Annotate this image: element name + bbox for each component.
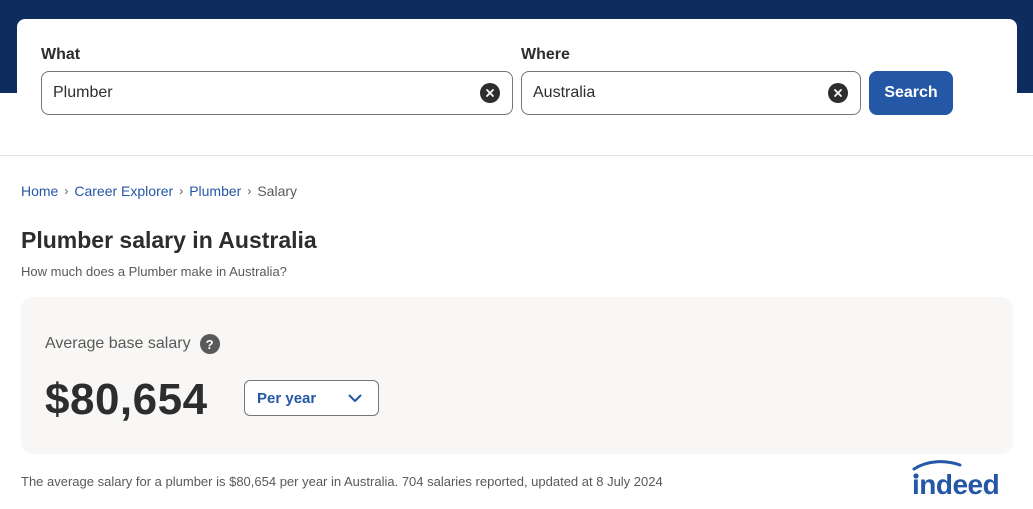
breadcrumb-career-explorer[interactable]: Career Explorer bbox=[74, 183, 173, 199]
what-label: What bbox=[41, 46, 81, 63]
indeed-logo: indeed bbox=[912, 460, 1000, 498]
clear-where-icon[interactable] bbox=[828, 83, 848, 103]
period-select-value: Per year bbox=[257, 389, 317, 407]
salary-value: $80,654 bbox=[45, 375, 208, 424]
where-input-box[interactable] bbox=[521, 71, 861, 115]
page-title: Plumber salary in Australia bbox=[21, 227, 317, 253]
chevron-down-icon bbox=[348, 394, 362, 402]
help-icon[interactable]: ? bbox=[199, 334, 220, 354]
breadcrumb-home[interactable]: Home bbox=[21, 183, 58, 199]
chevron-right-icon: › bbox=[247, 184, 252, 198]
what-input-box[interactable] bbox=[41, 71, 513, 115]
salary-footnote: The average salary for a plumber is $80,… bbox=[21, 474, 663, 489]
salary-card: Average base salary ? $80,654 Per year bbox=[21, 297, 1013, 454]
indeed-logo-text: indeed bbox=[912, 469, 999, 498]
average-salary-label-row: Average base salary ? bbox=[45, 334, 220, 354]
what-input[interactable] bbox=[53, 84, 480, 102]
where-input[interactable] bbox=[533, 84, 828, 102]
divider bbox=[0, 155, 1033, 156]
where-label: Where bbox=[521, 46, 570, 63]
search-panel: What Where Search bbox=[17, 19, 1017, 155]
search-button[interactable]: Search bbox=[869, 71, 953, 115]
page-subtitle: How much does a Plumber make in Australi… bbox=[21, 264, 287, 279]
period-select[interactable]: Per year bbox=[244, 380, 379, 416]
chevron-right-icon: › bbox=[64, 184, 69, 198]
breadcrumb-current: Salary bbox=[257, 183, 298, 199]
breadcrumb-plumber[interactable]: Plumber bbox=[189, 183, 241, 199]
chevron-right-icon: › bbox=[179, 184, 184, 198]
clear-what-icon[interactable] bbox=[480, 83, 500, 103]
average-salary-label: Average base salary bbox=[45, 335, 191, 352]
breadcrumb: Home › Career Explorer › Plumber › Salar… bbox=[21, 183, 297, 199]
